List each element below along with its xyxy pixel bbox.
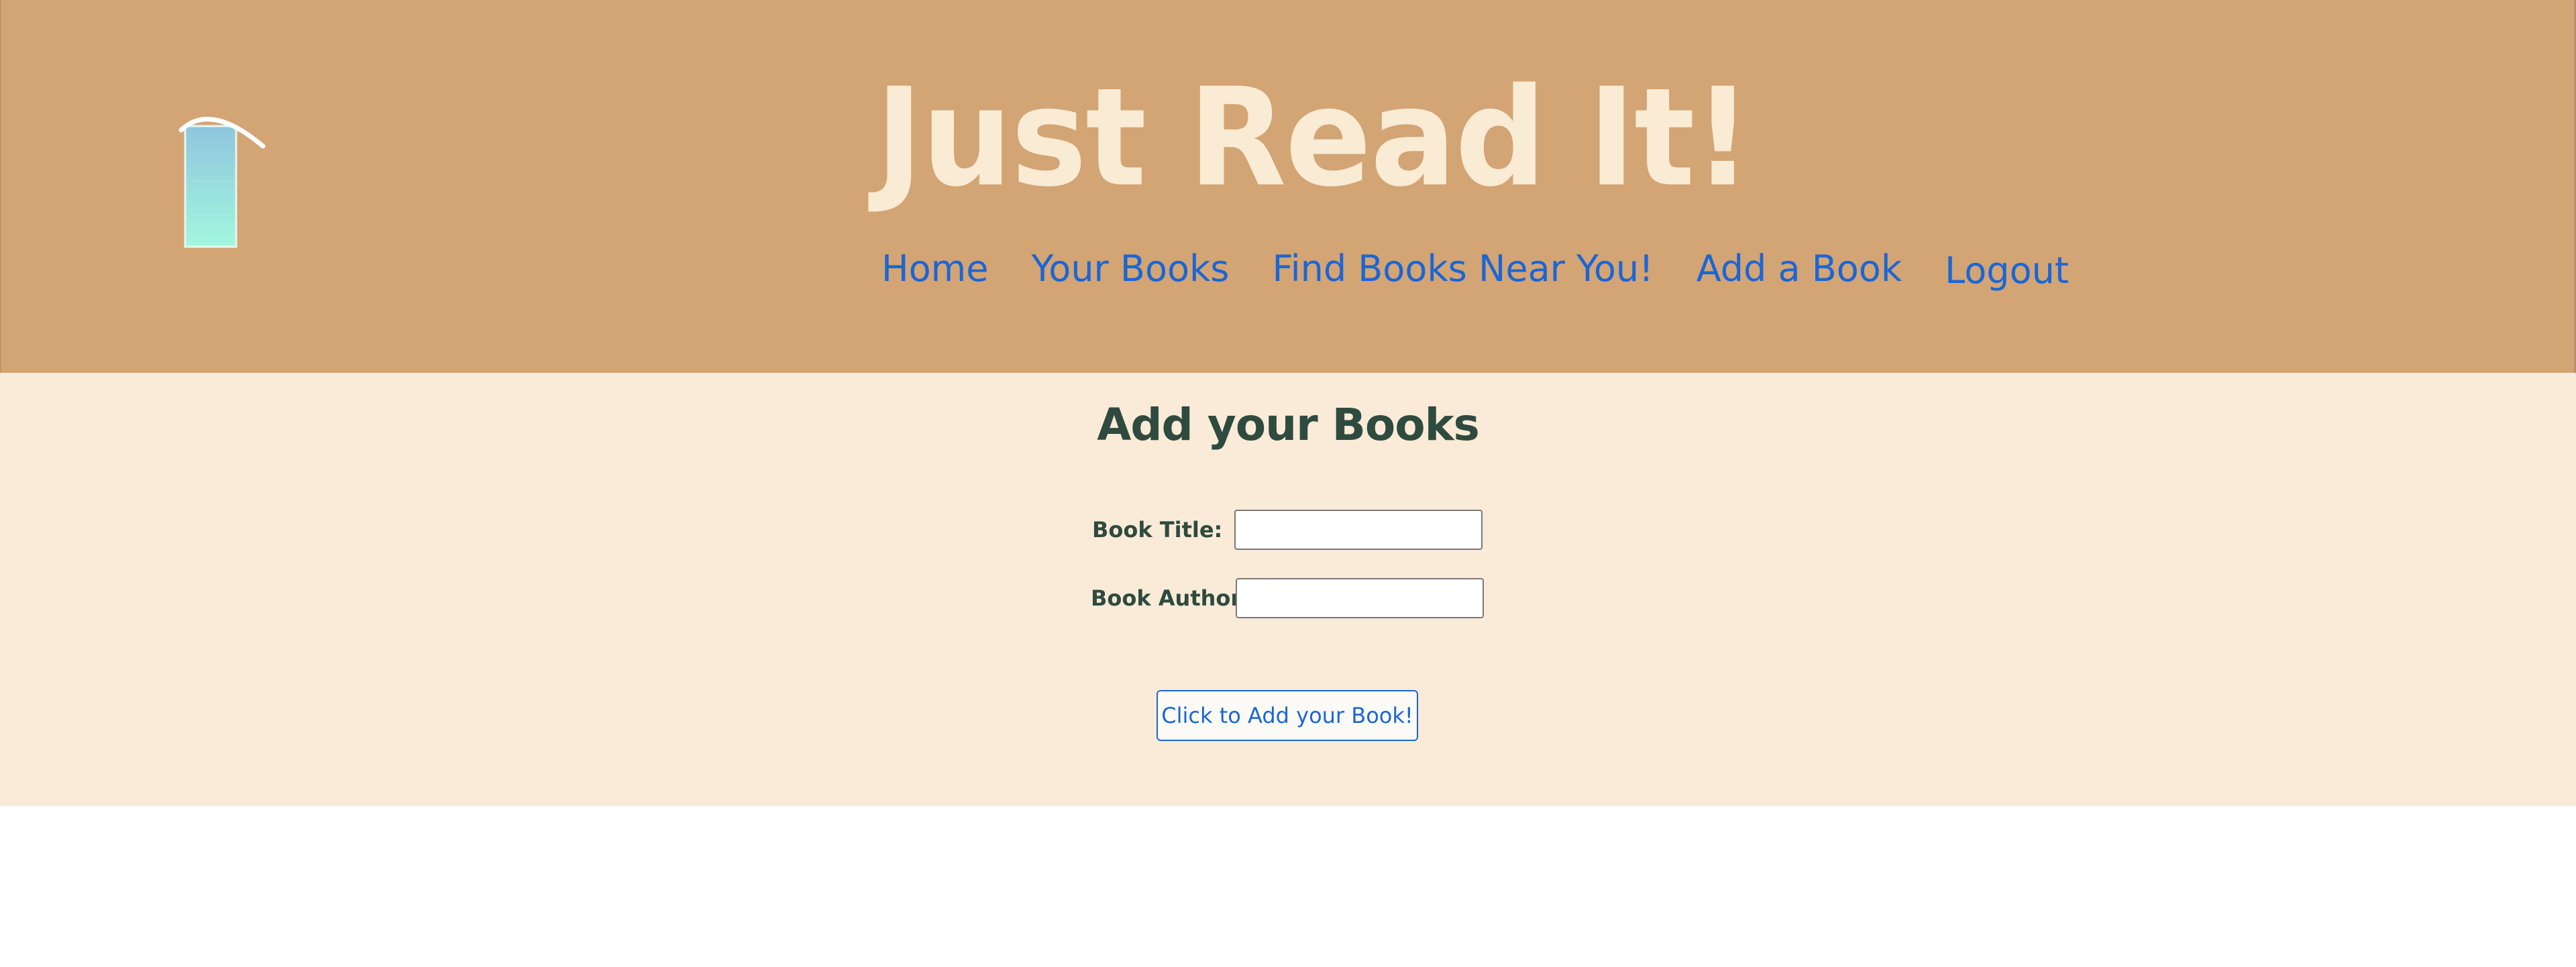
book-author-label: Book Author:	[1091, 585, 1250, 611]
book-title-label: Book Title:	[1092, 517, 1223, 543]
book-title-input[interactable]	[1234, 510, 1483, 550]
site-title: Just Read It!	[875, 58, 1752, 217]
nav-find-books-link[interactable]: Find Books Near You!	[1272, 247, 1653, 290]
nav-home-link[interactable]: Home	[881, 247, 988, 290]
nav-your-books-link[interactable]: Your Books	[1031, 247, 1229, 290]
nav-logout-link[interactable]: Logout	[1945, 249, 2069, 292]
book-title-row: Book Title:	[1092, 510, 1483, 550]
page-title: Add your Books	[1097, 399, 1480, 451]
book-author-row: Book Author:	[1091, 578, 1484, 618]
site-header: Just Read It! Home Your Books Find Books…	[0, 0, 2576, 373]
add-book-button[interactable]: Click to Add your Book!	[1157, 690, 1418, 741]
main-nav: Home Your Books Find Books Near You! Add…	[881, 241, 2069, 295]
nav-add-book-link[interactable]: Add a Book	[1697, 247, 1902, 290]
book-author-input[interactable]	[1236, 578, 1484, 618]
add-book-section: Add your Books Book Title: Book Author: …	[0, 373, 2576, 806]
